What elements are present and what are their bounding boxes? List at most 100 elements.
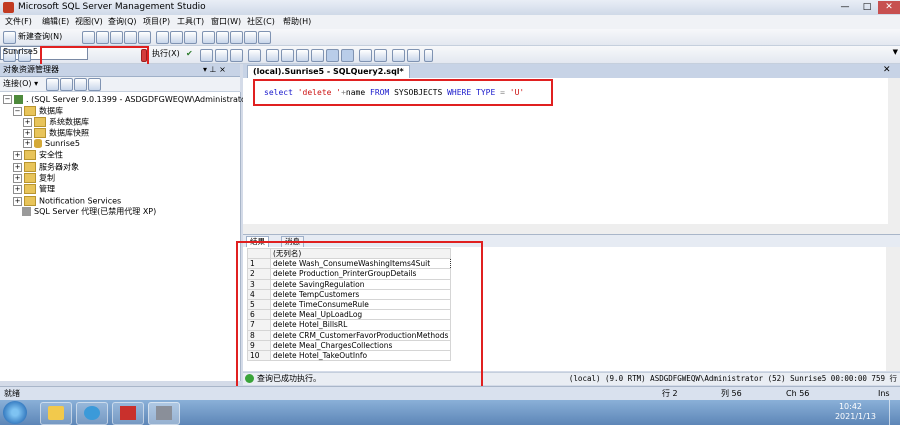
uncomment-icon[interactable] <box>374 49 387 62</box>
editor-vertical-scrollbar[interactable] <box>888 78 900 224</box>
menu-view[interactable]: 视图(V) <box>75 16 103 28</box>
tree-node-sunrise5[interactable]: + Sunrise5 <box>23 139 80 149</box>
show-results-pane-icon[interactable] <box>341 49 354 62</box>
expand-icon[interactable]: + <box>13 162 22 172</box>
stop-icon[interactable] <box>74 78 87 91</box>
toolbar-options-icon[interactable] <box>258 31 271 44</box>
menu-bar: 文件(F) 编辑(E) 视图(V) 查询(Q) 项目(P) 工具(T) 窗口(W… <box>0 15 900 29</box>
expand-icon[interactable]: + <box>23 117 32 127</box>
taskbar-browser[interactable] <box>76 402 108 425</box>
status-ready: 就绪 <box>4 389 20 398</box>
properties-icon[interactable] <box>244 31 257 44</box>
menu-project[interactable]: 项目(P) <box>143 16 170 28</box>
taskbar-toolbox[interactable] <box>112 402 144 425</box>
folder-icon <box>24 173 36 183</box>
registered-servers-icon[interactable] <box>202 31 215 44</box>
minimize-button[interactable]: — <box>834 1 856 14</box>
maximize-button[interactable]: □ <box>856 1 878 14</box>
expand-icon[interactable]: + <box>13 150 22 160</box>
increase-indent-icon[interactable] <box>407 49 420 62</box>
close-tab-icon[interactable]: ✕ <box>883 65 891 75</box>
object-explorer-tree: −. (SQL Server 9.0.1399 - ASDGDFGWEQW\Ad… <box>0 92 252 381</box>
toolbox-icon <box>120 406 136 420</box>
taskbar-explorer[interactable] <box>40 402 72 425</box>
new-query-button[interactable]: 新建查询(N) <box>18 32 62 42</box>
tree-node-databases[interactable]: − 数据库 <box>13 106 63 117</box>
tree-node-security[interactable]: + 安全性 <box>13 150 63 161</box>
collapse-icon[interactable]: − <box>3 95 12 104</box>
results-to-text-icon[interactable] <box>296 49 309 62</box>
object-explorer-icon[interactable] <box>216 31 229 44</box>
open-file-icon[interactable] <box>156 31 169 44</box>
client-statistics-icon[interactable] <box>281 49 294 62</box>
analysis-query-icon[interactable] <box>110 31 123 44</box>
template-explorer-icon[interactable] <box>230 31 243 44</box>
editor-tab-sqlquery2[interactable]: (local).Sunrise5 - SQLQuery2.sql* <box>247 65 410 78</box>
tree-node-notification-services[interactable]: + Notification Services <box>13 196 121 207</box>
agent-icon <box>22 207 31 216</box>
database-select-value: Sunrise5 <box>3 47 38 56</box>
start-button[interactable] <box>3 401 27 424</box>
include-plan-icon[interactable] <box>266 49 279 62</box>
clock-time[interactable]: 10:42 <box>839 402 862 412</box>
xmla-query-icon[interactable] <box>138 31 151 44</box>
parse-icon[interactable]: ✔ <box>186 49 193 59</box>
save-icon[interactable] <box>170 31 183 44</box>
highlight-box-sql <box>253 79 553 106</box>
menu-help[interactable]: 帮助(H) <box>283 16 311 28</box>
save-all-icon[interactable] <box>184 31 197 44</box>
tree-node-database-snapshots[interactable]: + 数据库快照 <box>23 128 89 139</box>
specify-values-icon[interactable] <box>248 49 261 62</box>
expand-icon[interactable]: + <box>13 184 22 194</box>
object-explorer-header: 对象资源管理器 ▾ ⊥ × <box>0 64 240 77</box>
menu-community[interactable]: 社区(C) <box>247 16 275 28</box>
new-file-icon[interactable] <box>82 31 95 44</box>
toolbar2-options-icon[interactable] <box>424 49 433 62</box>
query-designer-icon[interactable] <box>230 49 243 62</box>
object-explorer-toolbar: 连接(O) ▾ <box>0 77 240 92</box>
execute-button[interactable]: 执行(X) <box>152 49 180 59</box>
new-query-icon[interactable] <box>3 31 16 44</box>
connect-dropdown[interactable]: 连接(O) ▾ <box>3 79 38 89</box>
results-to-grid-icon[interactable] <box>326 49 339 62</box>
expand-icon[interactable]: + <box>23 139 32 148</box>
folder-icon <box>24 106 36 116</box>
expand-icon[interactable]: + <box>13 196 22 206</box>
database-engine-query-icon[interactable] <box>96 31 109 44</box>
ssms-icon <box>156 406 172 420</box>
menu-tools[interactable]: 工具(T) <box>177 16 204 28</box>
menu-edit[interactable]: 编辑(E) <box>42 16 69 28</box>
expand-icon[interactable]: + <box>23 128 32 138</box>
close-window-button[interactable]: ✕ <box>878 1 900 14</box>
mdx-query-icon[interactable] <box>124 31 137 44</box>
menu-file[interactable]: 文件(F) <box>5 16 32 28</box>
tree-node-replication[interactable]: + 复制 <box>13 173 55 184</box>
show-desktop-button[interactable] <box>889 400 900 425</box>
menu-window[interactable]: 窗口(W) <box>211 16 241 28</box>
expand-icon[interactable]: + <box>13 173 22 183</box>
display-plan-icon[interactable] <box>215 49 228 62</box>
pane-pin-icon[interactable]: ▾ ⊥ × <box>203 65 226 75</box>
results-vertical-scrollbar[interactable] <box>886 247 900 371</box>
taskbar-ssms[interactable] <box>148 402 180 425</box>
collapse-icon[interactable]: − <box>13 106 22 116</box>
results-to-file-icon[interactable] <box>311 49 324 62</box>
tree-node-server[interactable]: −. (SQL Server 9.0.1399 - ASDGDFGWEQW\Ad… <box>3 95 252 105</box>
connect-explorer-icon[interactable] <box>46 78 59 91</box>
status-insert-mode: Ins <box>878 389 890 398</box>
tree-node-server-objects[interactable]: + 服务器对象 <box>13 162 79 173</box>
highlight-box-results <box>236 241 483 393</box>
folder-icon <box>24 150 36 160</box>
decrease-indent-icon[interactable] <box>392 49 405 62</box>
filter-icon[interactable] <box>88 78 101 91</box>
tree-node-management[interactable]: + 管理 <box>13 184 55 195</box>
folder-icon <box>24 162 36 172</box>
disconnect-icon[interactable] <box>60 78 73 91</box>
tree-node-sql-agent[interactable]: SQL Server 代理(已禁用代理 XP) <box>22 207 156 217</box>
editor-horizontal-scrollbar[interactable] <box>243 224 900 234</box>
clock-date[interactable]: 2021/1/13 <box>835 412 876 422</box>
cancel-query-icon[interactable] <box>200 49 213 62</box>
comment-icon[interactable] <box>359 49 372 62</box>
menu-query[interactable]: 查询(Q) <box>108 16 137 28</box>
tree-node-system-databases[interactable]: + 系统数据库 <box>23 117 89 128</box>
